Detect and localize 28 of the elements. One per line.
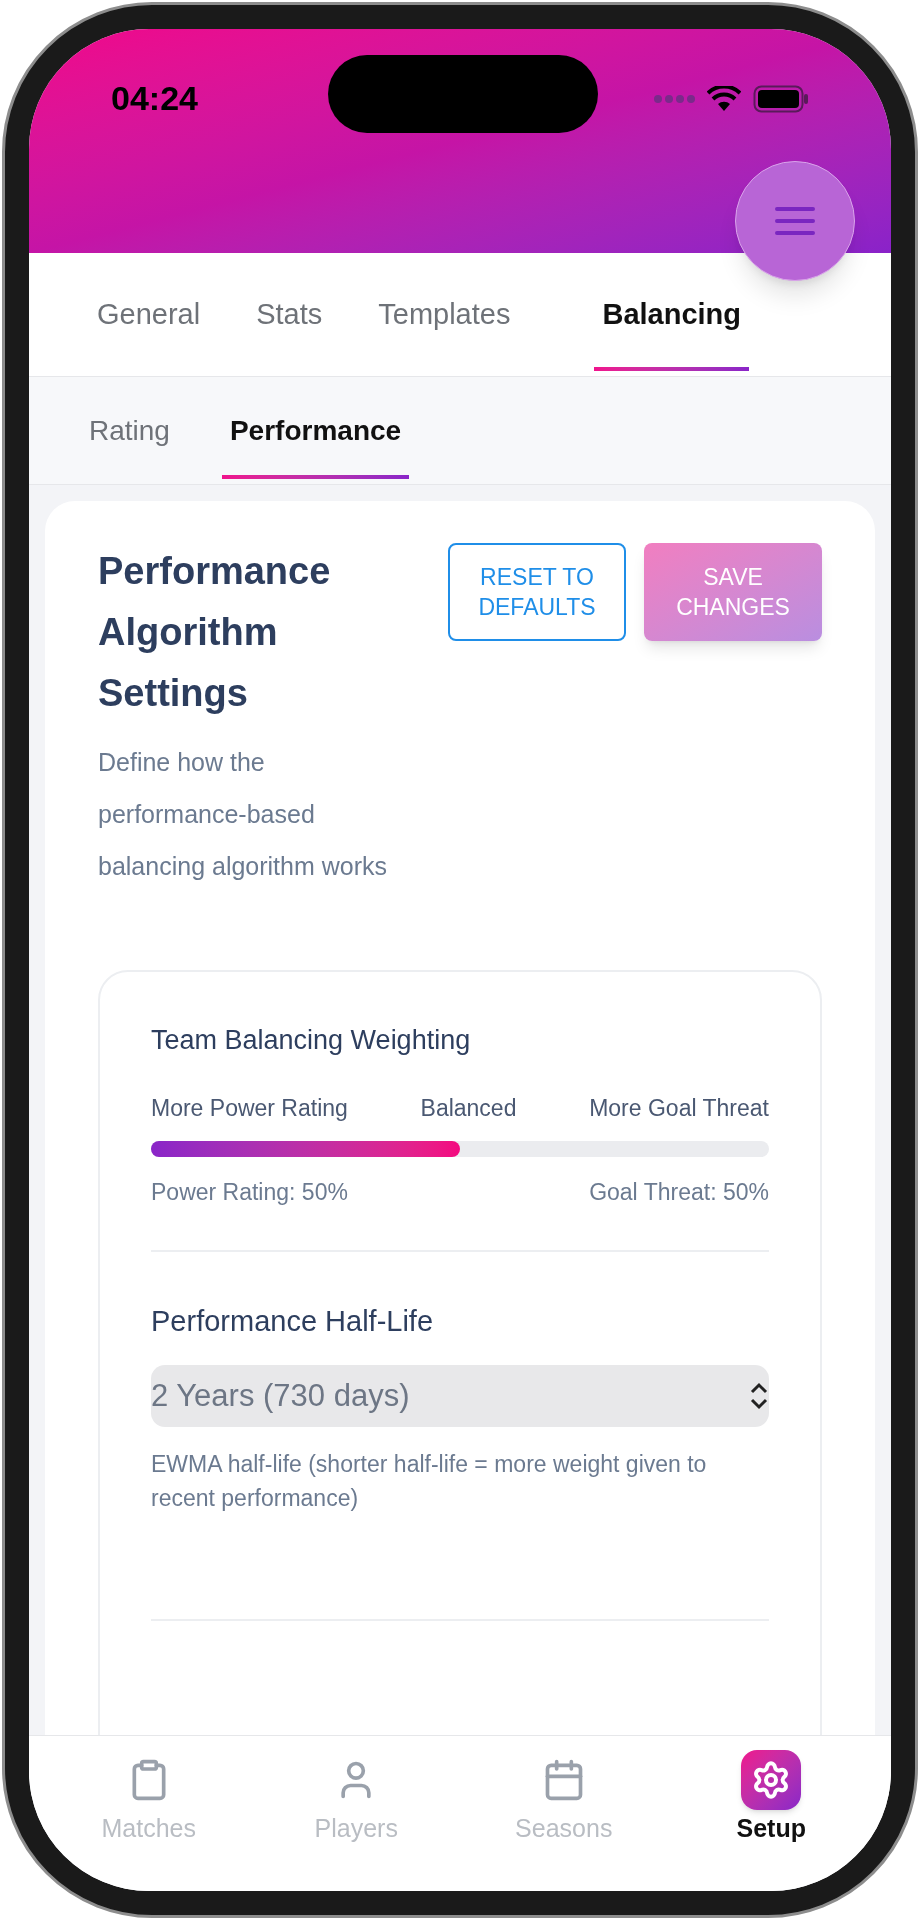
help-text: EWMA half-life (shorter half-life = more weight given to recent performance) bbox=[151, 1450, 708, 1513]
gear-icon bbox=[741, 1750, 802, 1810]
status-time: 04:24 bbox=[111, 78, 198, 119]
tab[interactable]: Templates bbox=[370, 253, 519, 376]
reset-button[interactable]: RESET TO DEFAULTS bbox=[448, 543, 626, 641]
scale-label: More Power Rating bbox=[151, 1093, 348, 1123]
signal-icon bbox=[653, 93, 695, 104]
section-title: Performance Half-Life bbox=[151, 1303, 435, 1339]
battery-icon bbox=[753, 84, 809, 113]
tab[interactable]: Balancing bbox=[594, 253, 750, 376]
chevron-updown-icon bbox=[749, 1382, 769, 1410]
menu-icon bbox=[775, 205, 815, 237]
tab[interactable]: Stats bbox=[248, 253, 331, 376]
save-button[interactable]: SAVE CHANGES bbox=[644, 543, 822, 641]
scale-label: Balanced bbox=[420, 1093, 517, 1123]
panel-title: Performance Algorithm Settings bbox=[98, 549, 332, 716]
wifi-icon bbox=[707, 85, 741, 112]
panel-description: Define how the performance-based balancing algorithm works bbox=[98, 747, 389, 882]
nav-item[interactable]: Setup bbox=[667, 1750, 875, 1867]
half-life-select[interactable]: 2 Years (730 days) bbox=[151, 1365, 769, 1427]
section-title: Team Balancing Weighting bbox=[151, 1024, 472, 1057]
slider-track[interactable] bbox=[151, 1141, 769, 1157]
weight-reading: Goal Threat: 50% bbox=[589, 1178, 769, 1207]
subtab[interactable]: Rating bbox=[81, 377, 178, 484]
scale-label: More Goal Threat bbox=[589, 1093, 769, 1123]
subtab[interactable]: Performance bbox=[221, 377, 410, 484]
weight-reading: Power Rating: 50% bbox=[151, 1178, 348, 1207]
tab[interactable]: General bbox=[89, 253, 209, 376]
